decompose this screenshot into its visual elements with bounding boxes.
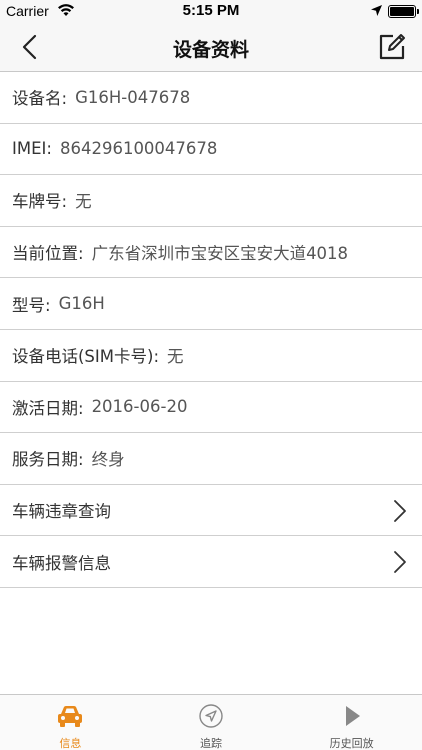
row-label: 服务日期: xyxy=(12,450,84,470)
row-label: 车辆报警信息 xyxy=(12,553,111,573)
row-label: IMEI: xyxy=(12,139,52,159)
edit-button[interactable] xyxy=(378,33,406,61)
row-label: 车辆违章查询 xyxy=(12,502,111,522)
location-arrow-icon xyxy=(371,4,382,20)
page-title: 设备资料 xyxy=(172,39,249,61)
row-label: 设备电话(SIM卡号): xyxy=(12,347,160,367)
alarm-info-link[interactable]: 车辆报警信息 xyxy=(0,536,422,588)
row-value: 终身 xyxy=(91,450,125,470)
navigation-icon xyxy=(199,704,223,728)
tab-bar: 信息 追踪 历史回放 xyxy=(0,694,422,750)
play-icon xyxy=(345,706,360,726)
row-model: 型号: G16H xyxy=(0,278,422,330)
row-plate-number: 车牌号: 无 xyxy=(0,175,422,227)
violation-query-link[interactable]: 车辆违章查询 xyxy=(0,485,422,537)
row-value: G16H xyxy=(58,294,105,314)
chevron-right-icon xyxy=(394,551,406,574)
row-value: 广东省深圳市宝安区宝安大道4018 xyxy=(91,244,349,264)
row-label: 激活日期: xyxy=(12,398,84,418)
clock: 5:15 PM xyxy=(182,2,240,19)
row-value: 无 xyxy=(167,347,184,367)
navigation-bar: 设备资料 xyxy=(0,22,422,72)
row-value: 无 xyxy=(75,192,92,212)
row-label: 车牌号: xyxy=(12,192,68,212)
tab-label: 历史回放 xyxy=(329,737,374,750)
row-label: 设备名: xyxy=(12,89,68,109)
edit-icon xyxy=(379,34,405,60)
tab-info[interactable]: 信息 xyxy=(0,695,141,750)
tab-history-playback[interactable]: 历史回放 xyxy=(281,695,422,750)
device-info-list: 设备名: G16H-047678 IMEI: 864296100047678 车… xyxy=(0,72,422,588)
row-current-location: 当前位置: 广东省深圳市宝安区宝安大道4018 xyxy=(0,227,422,279)
row-value: 2016-06-20 xyxy=(91,397,188,417)
row-value: 864296100047678 xyxy=(59,139,218,159)
row-imei: IMEI: 864296100047678 xyxy=(0,124,422,176)
tab-tracking[interactable]: 追踪 xyxy=(141,695,282,750)
row-device-name: 设备名: G16H-047678 xyxy=(0,72,422,124)
status-bar: Carrier 5:15 PM xyxy=(0,0,422,22)
row-device-phone: 设备电话(SIM卡号): 无 xyxy=(0,330,422,382)
row-label: 型号: xyxy=(12,295,51,315)
tab-label: 信息 xyxy=(59,737,82,750)
car-icon xyxy=(58,706,83,727)
row-value: G16H-047678 xyxy=(75,87,191,107)
battery-icon xyxy=(388,5,419,18)
row-label: 当前位置: xyxy=(12,244,84,264)
chevron-right-icon xyxy=(394,499,406,522)
tab-label: 追踪 xyxy=(200,737,222,750)
row-activation-date: 激活日期: 2016-06-20 xyxy=(0,382,422,434)
row-service-date: 服务日期: 终身 xyxy=(0,433,422,485)
